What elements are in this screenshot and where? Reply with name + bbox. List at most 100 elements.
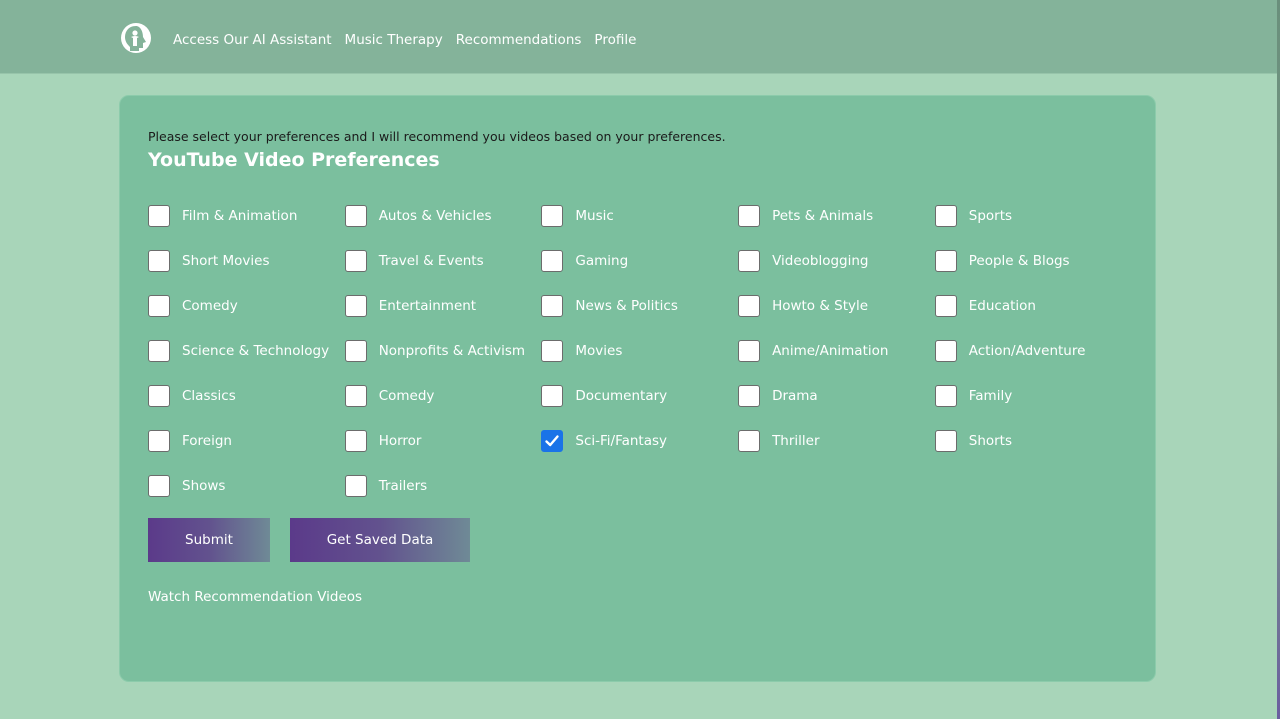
preference-checkbox[interactable] (738, 340, 761, 362)
preference-option-sci-fi-fantasy[interactable]: Sci-Fi/Fantasy (541, 429, 738, 453)
preference-label: Shorts (968, 433, 1013, 449)
preference-label: Classics (182, 388, 236, 404)
preference-checkbox[interactable] (148, 295, 170, 317)
preference-checkbox[interactable] (541, 295, 564, 317)
preference-option-horror[interactable]: Horror (344, 429, 542, 453)
preferences-card: Please select your preferences and I wil… (119, 95, 1156, 682)
preference-option-action-adventure[interactable]: Action/Adventure (934, 339, 1132, 363)
preference-option-music[interactable]: Music (541, 204, 738, 228)
preference-label: Drama (772, 388, 818, 404)
preference-option-drama[interactable]: Drama (738, 384, 935, 408)
preference-option-howto-style[interactable]: Howto & Style (738, 294, 935, 318)
preference-checkbox[interactable] (738, 205, 761, 227)
preference-label: Comedy (182, 298, 238, 314)
preference-option-gaming[interactable]: Gaming (541, 249, 738, 273)
preference-checkbox[interactable] (934, 295, 957, 317)
preference-checkbox[interactable] (344, 205, 367, 227)
preference-option-trailers[interactable]: Trailers (344, 474, 542, 498)
preference-label: Sports (968, 208, 1013, 224)
preference-option-short-movies[interactable]: Short Movies (148, 249, 345, 273)
preference-option-shows[interactable]: Shows (148, 474, 345, 498)
preference-checkbox[interactable] (148, 385, 170, 407)
preference-option-people-blogs[interactable]: People & Blogs (934, 249, 1132, 273)
preference-checkbox[interactable] (344, 430, 367, 452)
preference-checkbox[interactable] (148, 430, 170, 452)
preference-checkbox[interactable] (934, 385, 957, 407)
get-saved-data-button[interactable]: Get Saved Data (290, 518, 470, 562)
preference-checkbox[interactable] (148, 250, 170, 272)
preference-label: Entertainment (378, 298, 477, 314)
preference-checkbox[interactable] (148, 205, 170, 227)
preference-label: Film & Animation (182, 208, 298, 224)
preference-option-science-technology[interactable]: Science & Technology (148, 339, 345, 363)
preference-option-sports[interactable]: Sports (934, 204, 1132, 228)
preference-option-classics[interactable]: Classics (148, 384, 345, 408)
preference-checkbox[interactable] (934, 205, 957, 227)
nav-link-recommendations[interactable]: Recommendations (456, 30, 582, 50)
preference-label: Short Movies (182, 253, 270, 269)
watch-recommendation-videos-link[interactable]: Watch Recommendation Videos (148, 589, 362, 605)
preference-checkbox[interactable] (541, 205, 564, 227)
submit-button[interactable]: Submit (148, 518, 270, 562)
head-person-logo-icon[interactable] (120, 22, 152, 54)
top-navigation-bar: Access Our AI Assistant Music Therapy Re… (0, 0, 1277, 74)
preference-checkbox[interactable] (344, 295, 367, 317)
preference-option-film-animation[interactable]: Film & Animation (148, 204, 345, 228)
preference-option-movies[interactable]: Movies (541, 339, 738, 363)
preference-checkbox[interactable] (541, 430, 564, 452)
preference-option-thriller[interactable]: Thriller (738, 429, 935, 453)
preference-option-nonprofits-activism[interactable]: Nonprofits & Activism (344, 339, 542, 363)
preference-option-travel-events[interactable]: Travel & Events (344, 249, 542, 273)
preference-label: Trailers (378, 478, 428, 494)
preference-option-comedy[interactable]: Comedy (344, 384, 542, 408)
preference-option-entertainment[interactable]: Entertainment (344, 294, 542, 318)
preference-label: Foreign (182, 433, 232, 449)
main-nav: Access Our AI Assistant Music Therapy Re… (173, 30, 649, 50)
preference-checkbox[interactable] (738, 295, 761, 317)
preference-checkbox[interactable] (934, 430, 957, 452)
preference-label: Shows (182, 478, 226, 494)
preference-label: Nonprofits & Activism (378, 343, 526, 359)
preference-checkbox[interactable] (541, 385, 564, 407)
preference-option-autos-vehicles[interactable]: Autos & Vehicles (344, 204, 542, 228)
preference-checkbox[interactable] (738, 385, 761, 407)
preference-checkbox[interactable] (738, 250, 761, 272)
nav-link-music-therapy[interactable]: Music Therapy (345, 30, 443, 50)
preference-option-news-politics[interactable]: News & Politics (541, 294, 738, 318)
preference-option-documentary[interactable]: Documentary (541, 384, 738, 408)
preference-label: Pets & Animals (772, 208, 874, 224)
preference-option-shorts[interactable]: Shorts (934, 429, 1132, 453)
preference-option-pets-animals[interactable]: Pets & Animals (738, 204, 935, 228)
nav-link-profile[interactable]: Profile (594, 30, 636, 50)
checkmark-icon (545, 435, 560, 447)
preference-checkbox[interactable] (344, 250, 367, 272)
preference-label: Movies (575, 343, 623, 359)
preference-checkbox[interactable] (541, 250, 564, 272)
preference-checkbox[interactable] (934, 340, 957, 362)
preference-option-comedy[interactable]: Comedy (148, 294, 345, 318)
preference-option-videoblogging[interactable]: Videoblogging (738, 249, 935, 273)
page-title: YouTube Video Preferences (148, 149, 440, 171)
preference-label: Travel & Events (378, 253, 484, 269)
preference-checkbox[interactable] (344, 385, 367, 407)
preference-option-family[interactable]: Family (934, 384, 1132, 408)
nav-link-ai-assistant[interactable]: Access Our AI Assistant (173, 30, 332, 50)
preference-checkbox[interactable] (344, 340, 367, 362)
preference-label: Videoblogging (772, 253, 869, 269)
preference-label: Comedy (378, 388, 435, 404)
preference-label: News & Politics (575, 298, 678, 314)
preference-checkbox[interactable] (541, 340, 564, 362)
preference-option-anime-animation[interactable]: Anime/Animation (738, 339, 935, 363)
preference-option-education[interactable]: Education (934, 294, 1132, 318)
preference-checkbox[interactable] (148, 475, 170, 497)
preference-label: Music (575, 208, 614, 224)
preference-checkbox[interactable] (344, 475, 367, 497)
preference-label: Anime/Animation (772, 343, 889, 359)
preference-label: Horror (378, 433, 422, 449)
preference-label: People & Blogs (968, 253, 1070, 269)
preference-checkbox[interactable] (738, 430, 761, 452)
preference-option-foreign[interactable]: Foreign (148, 429, 345, 453)
preference-checkbox[interactable] (934, 250, 957, 272)
preference-checkbox[interactable] (148, 340, 170, 362)
preference-label: Family (968, 388, 1013, 404)
